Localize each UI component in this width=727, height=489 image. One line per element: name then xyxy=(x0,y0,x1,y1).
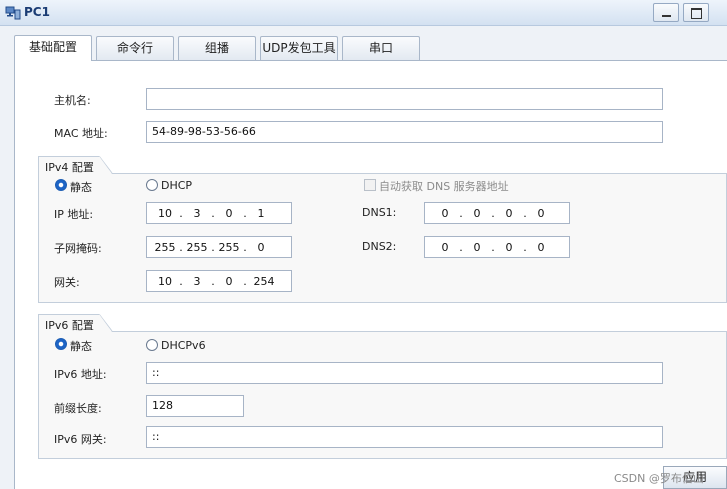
dns1-field[interactable]: 0. 0. 0. 0 xyxy=(424,202,570,224)
ip-dot: . xyxy=(179,240,183,254)
minimize-button[interactable] xyxy=(653,3,679,22)
ipv6-gateway-label: IPv6 网关: xyxy=(54,433,107,446)
ipv4-tab-corner xyxy=(99,156,113,174)
subnet-mask-label: 子网掩码: xyxy=(54,242,102,255)
ip-address-label: IP 地址: xyxy=(54,208,94,221)
maximize-button[interactable] xyxy=(683,3,709,22)
ip-dot: . xyxy=(243,240,247,254)
ipv4-static-label: 静态 xyxy=(70,181,92,194)
hostname-label: 主机名: xyxy=(54,94,91,107)
ip-octet: 10 xyxy=(158,206,172,220)
ipv4-dhcp-radio[interactable] xyxy=(146,179,158,191)
hostname-field[interactable] xyxy=(146,88,663,110)
tab-command-line[interactable]: 命令行 xyxy=(96,36,174,60)
dns1-label: DNS1: xyxy=(362,206,397,219)
watermark: CSDN @罗布伯山 xyxy=(614,472,704,485)
ip-address-field[interactable]: 10. 3. 0. 1 xyxy=(146,202,292,224)
prefix-length-label: 前缀长度: xyxy=(54,402,102,415)
ipv6-static-radio[interactable] xyxy=(55,338,67,350)
ip-dot: . xyxy=(243,206,247,220)
ip-octet: 1 xyxy=(257,206,265,220)
ipv6-gateway-field[interactable]: :: xyxy=(146,426,663,448)
pc-icon xyxy=(5,5,21,21)
tab-serial[interactable]: 串口 xyxy=(342,36,420,60)
ip-octet: 0 xyxy=(537,240,545,254)
ip-dot: . xyxy=(211,206,215,220)
ip-octet: 0 xyxy=(225,206,233,220)
ip-dot: . xyxy=(459,240,463,254)
dns2-field[interactable]: 0. 0. 0. 0 xyxy=(424,236,570,258)
ip-octet: 0 xyxy=(473,240,481,254)
window-title: PC1 xyxy=(24,5,50,19)
ip-dot: . xyxy=(243,274,247,288)
subnet-mask-field[interactable]: 255. 255. 255. 0 xyxy=(146,236,292,258)
ip-dot: . xyxy=(211,240,215,254)
ipv6-dhcp-radio[interactable] xyxy=(146,339,158,351)
mac-label: MAC 地址: xyxy=(54,127,108,140)
ip-octet: 10 xyxy=(158,274,172,288)
ip-dot: . xyxy=(523,206,527,220)
gateway-field[interactable]: 10. 3. 0. 254 xyxy=(146,270,292,292)
ipv4-static-radio[interactable] xyxy=(55,179,67,191)
tab-basic-config[interactable]: 基础配置 xyxy=(14,35,92,61)
ip-dot: . xyxy=(523,240,527,254)
ip-dot: . xyxy=(491,240,495,254)
prefix-length-field[interactable]: 128 xyxy=(146,395,244,417)
ip-octet: 255 xyxy=(218,240,240,254)
ip-octet: 3 xyxy=(193,206,201,220)
ip-dot: . xyxy=(491,206,495,220)
ipv6-address-label: IPv6 地址: xyxy=(54,368,107,381)
ipv6-tab-corner xyxy=(99,314,113,332)
ipv4-group-title: IPv4 配置 xyxy=(38,156,100,174)
ip-octet: 0 xyxy=(441,206,449,220)
ip-octet: 0 xyxy=(225,274,233,288)
title-bar xyxy=(0,0,727,26)
ip-octet: 254 xyxy=(253,274,275,288)
ip-dot: . xyxy=(179,206,183,220)
ip-octet: 0 xyxy=(505,240,513,254)
ipv6-dhcp-label: DHCPv6 xyxy=(161,339,206,352)
tab-udp-tool[interactable]: UDP发包工具 xyxy=(260,36,338,60)
gateway-label: 网关: xyxy=(54,276,80,289)
ip-dot: . xyxy=(179,274,183,288)
ipv6-address-field[interactable]: :: xyxy=(146,362,663,384)
ip-octet: 0 xyxy=(537,206,545,220)
auto-dns-label: 自动获取 DNS 服务器地址 xyxy=(379,180,509,193)
mac-field[interactable]: 54-89-98-53-56-66 xyxy=(146,121,663,143)
dns2-label: DNS2: xyxy=(362,240,397,253)
ipv6-static-label: 静态 xyxy=(70,340,92,353)
ip-octet: 0 xyxy=(505,206,513,220)
ip-octet: 3 xyxy=(193,274,201,288)
ipv4-dhcp-label: DHCP xyxy=(161,179,193,192)
ip-dot: . xyxy=(459,206,463,220)
auto-dns-checkbox xyxy=(364,179,376,191)
ip-octet: 255 xyxy=(154,240,176,254)
ip-octet: 0 xyxy=(473,206,481,220)
ipv6-group-title: IPv6 配置 xyxy=(38,314,100,332)
ip-octet: 0 xyxy=(441,240,449,254)
ip-dot: . xyxy=(211,274,215,288)
ip-octet: 0 xyxy=(257,240,265,254)
tab-multicast[interactable]: 组播 xyxy=(178,36,256,60)
ip-octet: 255 xyxy=(186,240,208,254)
